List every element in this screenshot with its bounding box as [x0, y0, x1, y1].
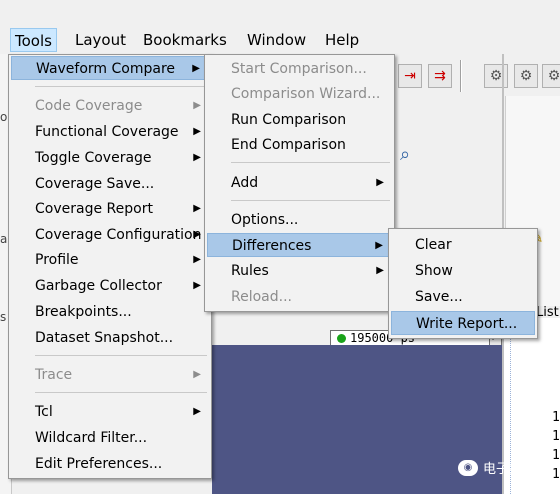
menu-item-start-comparison: Start Comparison...	[231, 61, 367, 77]
submenu-arrow-icon: ▶	[193, 280, 201, 291]
menu-item-profile[interactable]: Profile ▶	[11, 248, 209, 272]
list-value: 1	[552, 429, 560, 444]
menu-item-wildcard-filter[interactable]: Wildcard Filter...	[11, 426, 209, 450]
submenu-arrow-icon: ▶	[193, 406, 201, 417]
submenu-arrow-icon: ▶	[193, 254, 201, 265]
watermark: ◉ 电子狂人	[458, 458, 535, 477]
menu-separator	[231, 200, 390, 201]
menubar: Tools Layout Bookmarks Window Help	[0, 26, 560, 54]
submenu-arrow-icon: ▶	[193, 369, 201, 380]
gear-icon[interactable]: ⚙	[484, 64, 508, 88]
magnifier-icon[interactable]: ⌕	[400, 144, 410, 165]
submenu-arrow-icon: ▶	[193, 152, 201, 163]
menu-item-toggle-coverage[interactable]: Toggle Coverage ▶	[11, 146, 209, 170]
menu-item-coverage-configuration[interactable]: Coverage Configuration ▶	[11, 223, 209, 247]
toolbar-separator	[460, 60, 462, 92]
menu-item-functional-coverage[interactable]: Functional Coverage ▶	[11, 120, 209, 144]
gear-run-icon[interactable]: ⚙	[514, 64, 538, 88]
menu-item-tcl[interactable]: Tcl ▶	[11, 400, 209, 424]
menu-item-show[interactable]: Show	[391, 259, 535, 283]
compare-arrows-icon[interactable]: ⇥	[398, 64, 422, 88]
submenu-arrow-icon: ▶	[193, 126, 201, 137]
menu-item-end-comparison[interactable]: End Comparison	[207, 133, 392, 157]
menu-item-run-comparison[interactable]: Run Comparison	[207, 108, 392, 132]
menu-window[interactable]: Window	[243, 28, 310, 52]
menu-item-comparison-wizard: Comparison Wizard...	[231, 86, 381, 102]
submenu-arrow-icon: ▶	[193, 203, 201, 214]
menu-item-breakpoints[interactable]: Breakpoints...	[11, 300, 209, 324]
menu-item-differences[interactable]: Differences ▶	[207, 233, 392, 257]
submenu-arrow-icon: ▶	[375, 240, 383, 251]
submenu-arrow-icon: ▶	[376, 265, 384, 276]
menu-separator	[35, 392, 207, 393]
menu-item-garbage-collector[interactable]: Garbage Collector ▶	[11, 274, 209, 298]
menu-item-waveform-compare[interactable]: Waveform Compare ▶	[11, 56, 209, 80]
menu-item-code-coverage: Code Coverage ▶	[11, 94, 209, 118]
menu-item-write-report[interactable]: Write Report...	[391, 311, 535, 335]
submenu-arrow-icon: ▶	[376, 177, 384, 188]
menu-separator	[35, 86, 207, 87]
main-toolbar: ⇥ ⇉ ⚙ ⚙ ⚙	[392, 54, 560, 96]
menu-separator	[35, 355, 207, 356]
submenu-arrow-icon: ▶	[192, 63, 200, 74]
menu-item-coverage-report[interactable]: Coverage Report ▶	[11, 197, 209, 221]
left-fragment: s	[0, 310, 7, 324]
menu-help[interactable]: Help	[321, 28, 363, 52]
menu-item-edit-preferences[interactable]: Edit Preferences...	[11, 452, 209, 476]
submenu-arrow-icon: ▶	[193, 100, 201, 111]
compare-next-icon[interactable]: ⇉	[428, 64, 452, 88]
waveform-compare-menu: Start Comparison... Comparison Wizard...…	[204, 54, 395, 312]
tools-menu: Waveform Compare ▶ Code Coverage ▶ Functio…	[8, 54, 212, 479]
menu-item-coverage-save[interactable]: Coverage Save...	[11, 172, 209, 196]
menu-item-options[interactable]: Options...	[207, 208, 392, 232]
menu-tools[interactable]: Tools	[10, 28, 57, 52]
menu-bookmarks[interactable]: Bookmarks	[139, 28, 231, 52]
tool-panel	[395, 130, 505, 230]
cursor-dot-icon	[337, 334, 346, 343]
list-value: 1	[552, 448, 560, 463]
submenu-arrow-icon: ▶	[193, 229, 201, 240]
menu-item-add[interactable]: Add ▶	[207, 171, 392, 195]
menu-item-reload: Reload...	[231, 289, 292, 305]
menu-layout[interactable]: Layout	[71, 28, 130, 52]
menu-item-trace: Trace ▶	[11, 363, 209, 387]
watermark-text: 电子狂人	[483, 462, 536, 477]
list-value: 1	[552, 410, 560, 425]
list-value: 1	[552, 467, 560, 482]
wechat-logo-icon: ◉	[458, 459, 478, 476]
menu-separator	[231, 162, 390, 163]
menu-item-clear[interactable]: Clear	[391, 233, 535, 257]
menu-item-rules[interactable]: Rules ▶	[207, 259, 392, 283]
menu-item-save[interactable]: Save...	[391, 285, 535, 309]
differences-menu: Clear Show Save... Write Report...	[388, 228, 538, 339]
gear-stop-icon[interactable]: ⚙	[542, 64, 560, 88]
left-fragment: o	[0, 110, 8, 124]
menu-item-dataset-snapshot[interactable]: Dataset Snapshot...	[11, 326, 209, 350]
